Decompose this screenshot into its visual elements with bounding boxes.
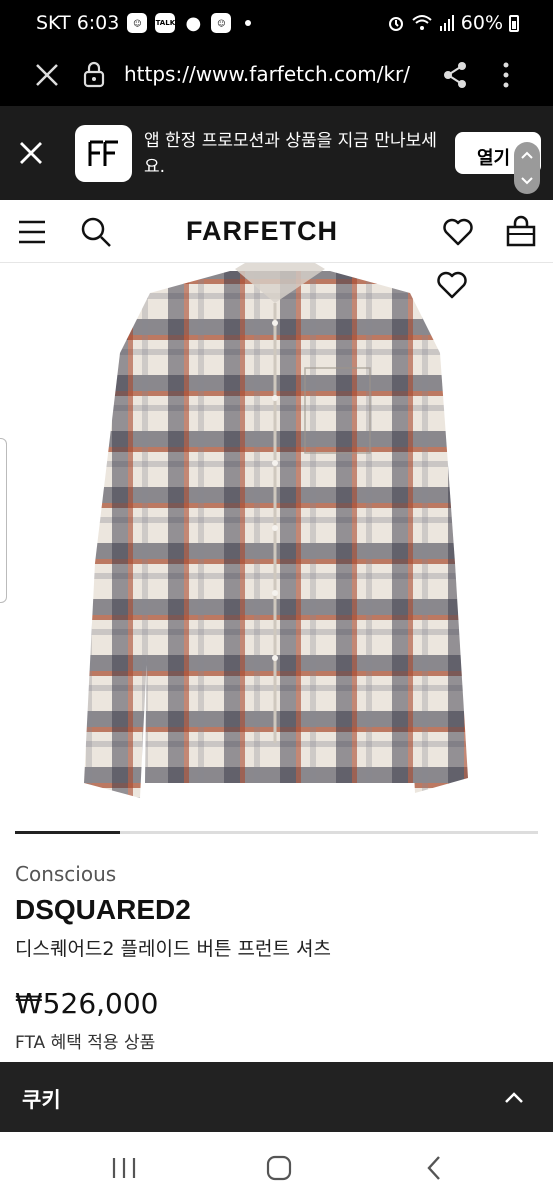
conscious-tag: Conscious (15, 862, 117, 886)
plaid-shirt-image (84, 263, 468, 798)
cookie-bar[interactable]: 쿠키 (0, 1062, 553, 1132)
banner-text: 앱 한정 프로모션과 상품을 지금 만나보세요. (144, 131, 437, 177)
fta-note: FTA 혜택 적용 상품 (15, 1033, 156, 1053)
product-price: ₩526,000 (15, 987, 159, 1020)
system-nav-bar (0, 1132, 553, 1200)
battery-icon (509, 14, 519, 32)
chevron-up-icon[interactable] (502, 1086, 526, 1110)
browser-url-bar: https://www.farfetch.com/kr/ (0, 48, 553, 106)
baby-icon: ☺ (211, 13, 232, 33)
status-left: SKT 6:03 ☺ TALK ● ☺ (36, 12, 252, 34)
wishlist-heart-icon[interactable] (442, 216, 474, 248)
carousel-progress-fill (15, 831, 120, 834)
site-header: FARFETCH (0, 200, 553, 263)
menu-icon[interactable] (18, 220, 46, 244)
recent-apps-icon[interactable] (110, 1156, 138, 1180)
back-icon[interactable] (422, 1154, 446, 1182)
product-image[interactable] (0, 263, 553, 823)
app-promo-banner: 앱 한정 프로모션과 상품을 지금 만나보세요. 열기 (0, 106, 553, 200)
image-carousel-progress (15, 831, 538, 834)
chat-bubble-icon: ● (185, 12, 202, 34)
battery-percent: 60% (460, 12, 503, 34)
url-field[interactable]: https://www.farfetch.com/kr/ (124, 62, 422, 86)
carrier-time: SKT 6:03 (36, 12, 120, 34)
status-bar: SKT 6:03 ☺ TALK ● ☺ 60% (0, 0, 553, 48)
close-banner-icon[interactable] (16, 138, 46, 168)
talk-icon: TALK (155, 13, 176, 33)
search-icon[interactable] (80, 216, 112, 248)
shopping-bag-icon[interactable] (504, 214, 538, 248)
alarm-icon (388, 17, 403, 31)
wifi-icon (412, 15, 432, 30)
farfetch-logo[interactable]: FARFETCH (186, 216, 338, 247)
signal-icon (439, 15, 454, 31)
share-icon[interactable] (440, 60, 470, 90)
lock-icon[interactable] (82, 60, 106, 88)
more-notifications-icon (245, 20, 252, 26)
add-to-wishlist-heart-icon[interactable] (436, 269, 468, 301)
status-right: 60% (387, 12, 519, 34)
baby-icon: ☺ (127, 13, 148, 33)
product-brand[interactable]: DSQUARED2 (15, 894, 191, 926)
scroll-handle[interactable] (514, 142, 540, 194)
home-icon[interactable] (265, 1154, 293, 1182)
product-name: 디스퀘어드2 플레이드 버튼 프런트 셔츠 (15, 938, 331, 960)
cookie-label: 쿠키 (22, 1088, 61, 1112)
side-panel-tab[interactable] (0, 438, 7, 603)
close-tab-icon[interactable] (32, 60, 62, 90)
more-vertical-icon[interactable] (496, 60, 516, 90)
farfetch-app-logo (75, 125, 132, 182)
